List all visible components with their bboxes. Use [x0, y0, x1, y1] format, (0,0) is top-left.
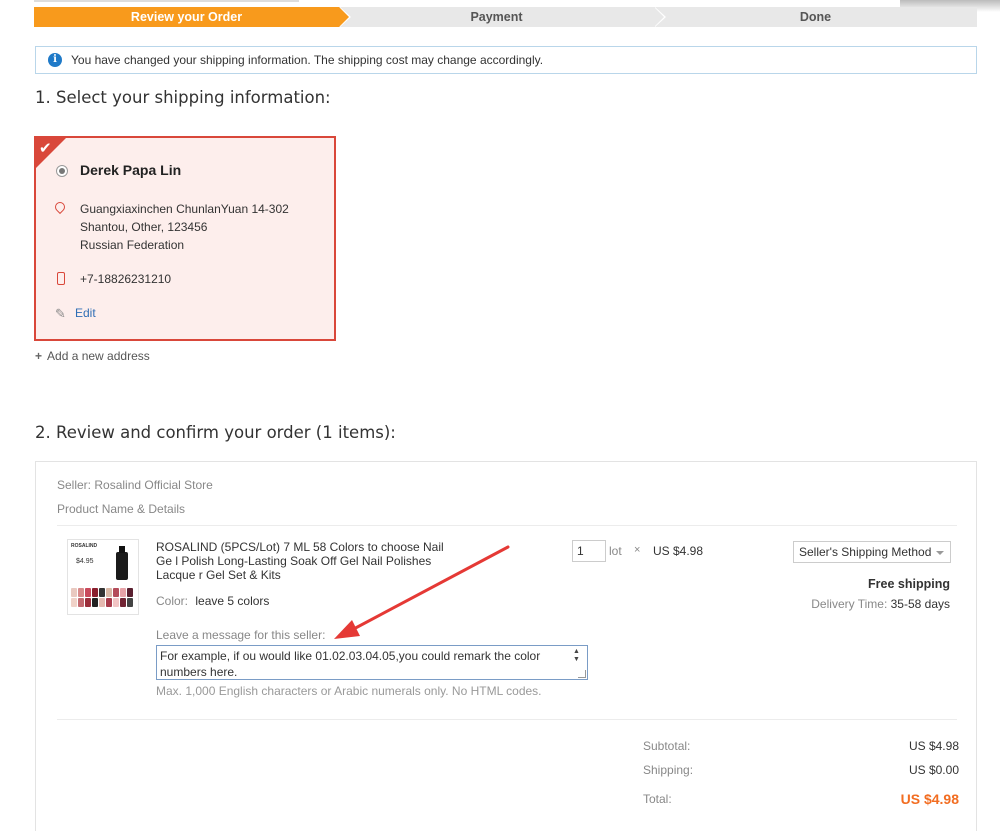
info-icon: i: [48, 53, 62, 67]
subtotal-value: US $4.98: [908, 739, 959, 753]
delivery-time: Delivery Time: 35-58 days: [811, 597, 950, 611]
top-divider: [34, 0, 299, 2]
shipping-value: US $0.00: [908, 763, 959, 777]
product-title[interactable]: ROSALIND (5PCS/Lot) 7 ML 58 Colors to ch…: [156, 540, 456, 582]
message-hint: Max. 1,000 English characters or Arabic …: [156, 684, 542, 698]
shipping-label: Shipping:: [643, 763, 694, 777]
quantity-input[interactable]: 1: [572, 540, 606, 562]
total-label: Total:: [643, 792, 672, 806]
address-line-3: Russian Federation: [80, 238, 185, 252]
phone-number: +7-18826231210: [80, 272, 172, 286]
total-value: US $4.98: [900, 791, 959, 807]
step-label: Payment: [470, 10, 523, 24]
seller-message-textarea[interactable]: [156, 645, 588, 680]
notice-text: You have changed your shipping informati…: [71, 53, 544, 67]
shipping-cost: Free shipping: [868, 577, 950, 591]
resize-handle-icon[interactable]: [578, 670, 586, 678]
step-label: Done: [799, 10, 832, 24]
product-thumbnail[interactable]: ROSALIND $4.95: [67, 539, 139, 615]
step-review-order: Review your Order: [34, 7, 351, 27]
thumb-price: $4.95: [76, 558, 94, 565]
checkout-progress: Review your Order Payment Done: [34, 7, 977, 27]
step-payment: Payment: [339, 7, 666, 27]
color-swatches: [71, 588, 137, 607]
location-pin-icon: [52, 199, 68, 215]
edit-address-link[interactable]: Edit: [75, 306, 96, 320]
address-radio[interactable]: [56, 165, 68, 177]
color-label: Color:: [156, 594, 189, 608]
step-label: Review your Order: [130, 10, 243, 24]
plus-icon: +: [35, 349, 43, 363]
chevron-down-icon: [936, 551, 944, 555]
order-review-box: Seller: Rosalind Official Store Product …: [35, 461, 977, 831]
color-value: leave 5 colors: [195, 594, 270, 608]
delivery-value: 35-58 days: [890, 597, 950, 611]
phone-icon: [57, 272, 65, 285]
address-lines: Guangxiaxinchen ChunlanYuan 14-302 Shant…: [80, 200, 289, 254]
subtotal-label: Subtotal:: [643, 739, 691, 753]
order-section-title: 2. Review and confirm your order (1 item…: [35, 423, 396, 442]
step-done: Done: [654, 7, 977, 27]
address-card-selected[interactable]: ✔ Derek Papa Lin Guangxiaxinchen Chunlan…: [34, 136, 336, 341]
unit-price: US $4.98: [653, 544, 704, 558]
scroll-arrows-icon[interactable]: ▲ ▼: [573, 648, 580, 664]
recipient-name: Derek Papa Lin: [80, 162, 182, 178]
address-line-2: Shantou, Other, 123456: [80, 220, 208, 234]
divider: [57, 525, 957, 526]
pencil-icon: ✎: [55, 306, 66, 321]
shipping-method-value: Seller's Shipping Method: [799, 545, 932, 559]
checkmark-icon: ✔: [39, 140, 52, 157]
add-address-label: Add a new address: [47, 349, 150, 363]
shipping-method-select[interactable]: Seller's Shipping Method: [793, 541, 951, 563]
message-label: Leave a message for this seller:: [156, 628, 326, 642]
product-header: Product Name & Details: [57, 502, 186, 516]
shipping-section-title: 1. Select your shipping information:: [35, 88, 331, 107]
quantity-unit: lot: [609, 544, 622, 558]
seller-name[interactable]: Seller: Rosalind Official Store: [57, 478, 213, 492]
add-address-link[interactable]: + Add a new address: [35, 349, 150, 363]
address-line-1: Guangxiaxinchen ChunlanYuan 14-302: [80, 202, 289, 216]
bottle-image: [116, 546, 128, 580]
thumb-brand: ROSALIND: [71, 543, 98, 549]
shipping-change-notice: i You have changed your shipping informa…: [35, 46, 977, 74]
divider: [57, 719, 957, 720]
times-sign: ×: [634, 544, 641, 556]
delivery-label: Delivery Time:: [811, 597, 888, 611]
product-color: Color: leave 5 colors: [156, 594, 269, 608]
